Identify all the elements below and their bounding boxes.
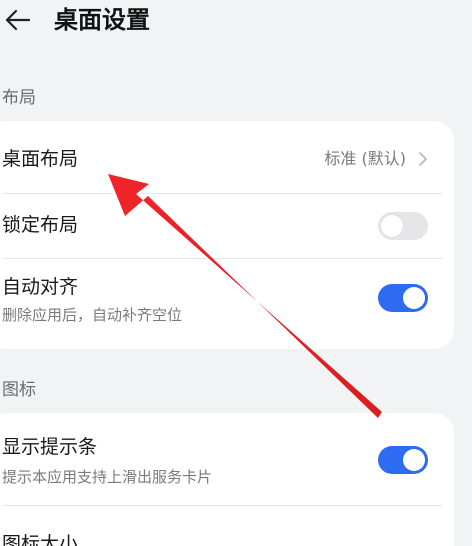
row-title-show-hint-bar: 显示提示条 <box>2 436 98 458</box>
row-show-hint-bar[interactable]: 显示提示条 提示本应用支持上滑出服务卡片 <box>0 413 454 505</box>
show-hint-bar-toggle[interactable] <box>378 446 428 474</box>
auto-align-toggle[interactable] <box>378 284 428 312</box>
row-desktop-layout[interactable]: 桌面布局 标准 (默认) <box>0 121 454 193</box>
row-lock-layout[interactable]: 锁定布局 <box>0 194 454 258</box>
icons-card: 显示提示条 提示本应用支持上滑出服务卡片 图标大小 <box>0 413 454 546</box>
section-label-layout: 布局 <box>2 88 36 108</box>
header: 桌面设置 <box>0 0 472 44</box>
toggle-knob <box>403 287 425 309</box>
lock-layout-toggle[interactable] <box>378 212 428 240</box>
desktop-settings-page: 桌面设置 布局 桌面布局 标准 (默认) 锁定布局 自动对齐 删除应用后，自动补… <box>0 0 472 546</box>
page-title: 桌面设置 <box>54 6 150 34</box>
row-title-desktop-layout: 桌面布局 <box>2 148 79 170</box>
row-subtitle-show-hint-bar: 提示本应用支持上滑出服务卡片 <box>2 468 213 486</box>
section-label-icons: 图标 <box>2 380 36 400</box>
desktop-layout-value: 标准 (默认) <box>324 149 406 168</box>
row-auto-align[interactable]: 自动对齐 删除应用后，自动补齐空位 <box>0 259 454 349</box>
row-title-icon-size: 图标大小 <box>2 533 79 546</box>
row-subtitle-auto-align: 删除应用后，自动补齐空位 <box>2 306 183 324</box>
toggle-knob <box>403 449 425 471</box>
toggle-knob <box>381 215 403 237</box>
row-title-lock-layout: 锁定布局 <box>2 214 79 236</box>
arrow-left-icon[interactable] <box>2 5 32 35</box>
row-title-auto-align: 自动对齐 <box>2 276 79 298</box>
chevron-right-icon <box>419 152 427 166</box>
row-icon-size[interactable]: 图标大小 <box>0 506 454 546</box>
layout-card: 桌面布局 标准 (默认) 锁定布局 自动对齐 删除应用后，自动补齐空位 <box>0 121 454 349</box>
